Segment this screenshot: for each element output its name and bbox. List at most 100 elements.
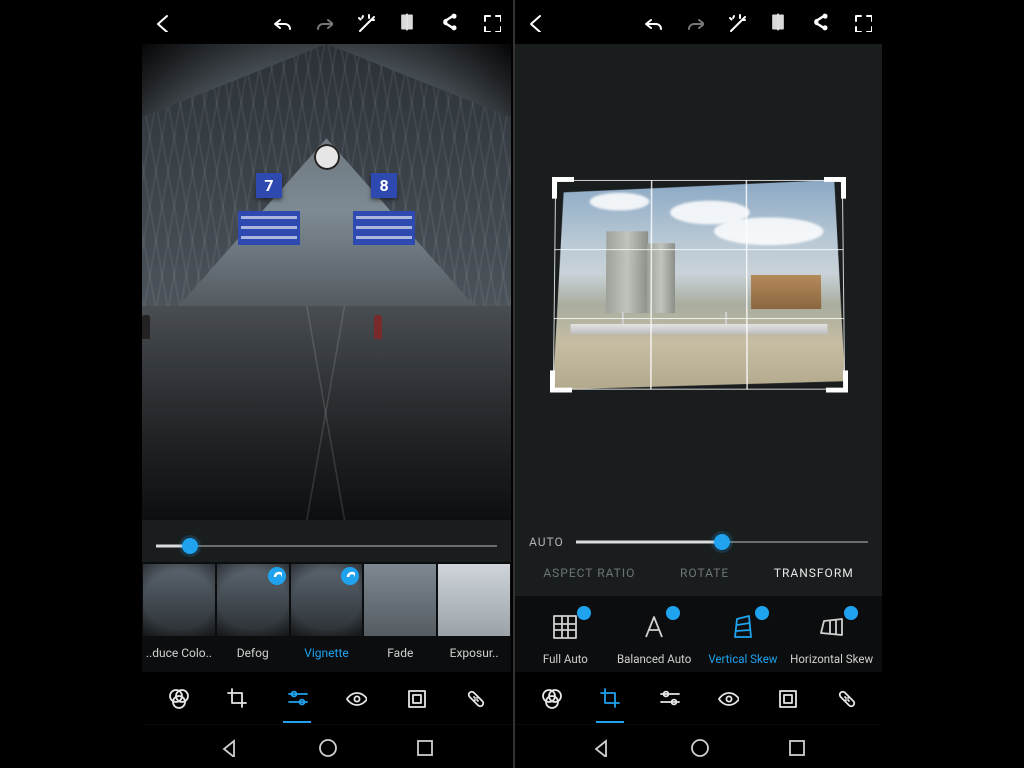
back-button[interactable] [523, 10, 547, 34]
sys-back-button[interactable] [218, 736, 240, 758]
nav-crop[interactable] [217, 678, 257, 718]
vignette-slider[interactable] [156, 538, 497, 554]
fullscreen-icon [852, 12, 872, 32]
nav-back-icon [591, 737, 611, 757]
crop-handle-br[interactable] [825, 370, 847, 392]
tool-label: Full Auto [543, 652, 588, 666]
eye-icon [345, 687, 367, 709]
sys-home-button[interactable] [688, 736, 710, 758]
tool-full-auto[interactable]: Full Auto [525, 612, 605, 666]
nav-looks[interactable] [158, 678, 198, 718]
compare-button[interactable] [766, 10, 790, 34]
filter-thumb-fade[interactable] [364, 564, 436, 636]
undo-icon [642, 12, 662, 32]
frame-icon [776, 687, 798, 709]
share-icon [439, 12, 459, 32]
tool-balanced-auto[interactable]: Balanced Auto [614, 612, 694, 666]
undo-button[interactable] [640, 10, 664, 34]
edited-photo: 7 8 [142, 44, 511, 520]
crop-handle-bl[interactable] [549, 370, 571, 392]
fullscreen-icon [481, 12, 501, 32]
sys-recent-button[interactable] [785, 736, 807, 758]
premium-badge-icon [268, 567, 286, 585]
nav-looks[interactable] [531, 678, 571, 718]
nav-recent-icon [786, 737, 806, 757]
arrow-left-icon [152, 12, 172, 32]
tab-aspect-ratio[interactable]: ASPECT RATIO [539, 564, 639, 582]
heal-bandage-icon [464, 687, 486, 709]
nav-adjust[interactable] [277, 678, 317, 718]
transform-tabs: ASPECT RATIO ROTATE TRANSFORM [515, 556, 882, 596]
undo-button[interactable] [269, 10, 293, 34]
nav-frame[interactable] [767, 678, 807, 718]
sys-recent-button[interactable] [413, 736, 435, 758]
filter-thumb-vignette[interactable] [291, 564, 363, 636]
grid-auto-icon [551, 613, 579, 641]
redo-icon [313, 12, 333, 32]
filter-thumb-reduce-color[interactable] [143, 564, 215, 636]
image-canvas[interactable] [515, 44, 882, 524]
crop-handle-tl[interactable] [551, 177, 573, 199]
nav-heal[interactable] [455, 678, 495, 718]
back-button[interactable] [150, 10, 174, 34]
android-system-bar [142, 724, 511, 768]
tool-horizontal-skew[interactable]: Horizontal Skew [792, 612, 872, 666]
heal-bandage-icon [835, 687, 857, 709]
crop-icon [226, 687, 248, 709]
share-button[interactable] [437, 10, 461, 34]
filter-thumb-exposure[interactable] [438, 564, 510, 636]
compare-button[interactable] [395, 10, 419, 34]
crop-handle-tr[interactable] [823, 177, 845, 199]
nav-home-icon [317, 737, 337, 757]
redo-button[interactable] [311, 10, 335, 34]
share-icon [810, 12, 830, 32]
adjust-sliders-icon [286, 687, 308, 709]
magic-wand-icon [726, 12, 746, 32]
nav-adjust[interactable] [649, 678, 689, 718]
filter-label-active: Vignette [290, 636, 364, 672]
skew-horizontal-icon [818, 613, 846, 641]
filter-label: ..duce Colo.. [142, 636, 216, 672]
auto-enhance-button[interactable] [724, 10, 748, 34]
image-canvas[interactable]: 7 8 [142, 44, 511, 520]
nav-eye[interactable] [708, 678, 748, 718]
nav-eye[interactable] [336, 678, 376, 718]
nav-crop[interactable] [590, 678, 630, 718]
slider-thumb[interactable] [714, 534, 730, 550]
phone-right: AUTO ASPECT RATIO ROTATE TRANSFORM Full … [513, 0, 882, 768]
nav-home-icon [689, 737, 709, 757]
frame-icon [405, 687, 427, 709]
slider-thumb[interactable] [182, 538, 198, 554]
fullscreen-button[interactable] [479, 10, 503, 34]
nav-heal[interactable] [826, 678, 866, 718]
slider-label: AUTO [529, 535, 564, 549]
filter-thumb-defog[interactable] [217, 564, 289, 636]
sys-home-button[interactable] [316, 736, 338, 758]
filter-label: Defog [216, 636, 290, 672]
top-toolbar [142, 0, 511, 44]
auto-slider[interactable] [576, 534, 868, 550]
letter-a-icon [640, 613, 668, 641]
nav-back-icon [219, 737, 239, 757]
nav-frame[interactable] [396, 678, 436, 718]
crop-grid-overlay [552, 180, 844, 390]
tool-label: Balanced Auto [617, 652, 691, 666]
bottom-tool-nav [142, 672, 511, 724]
crop-frame[interactable] [552, 180, 844, 390]
redo-button[interactable] [682, 10, 706, 34]
tool-vertical-skew[interactable]: Vertical Skew [703, 612, 783, 666]
share-button[interactable] [808, 10, 832, 34]
tab-rotate[interactable]: ROTATE [676, 564, 733, 582]
platform-sign-8: 8 [371, 173, 396, 198]
adjustment-slider-row [142, 520, 511, 562]
flip-compare-icon [768, 12, 788, 32]
nav-recent-icon [414, 737, 434, 757]
auto-enhance-button[interactable] [353, 10, 377, 34]
tool-label: Vertical Skew [708, 652, 777, 666]
tab-transform[interactable]: TRANSFORM [770, 564, 858, 582]
adjust-sliders-icon [658, 687, 680, 709]
fullscreen-button[interactable] [850, 10, 874, 34]
sys-back-button[interactable] [590, 736, 612, 758]
magic-wand-icon [355, 12, 375, 32]
bottom-tool-nav [515, 672, 882, 724]
